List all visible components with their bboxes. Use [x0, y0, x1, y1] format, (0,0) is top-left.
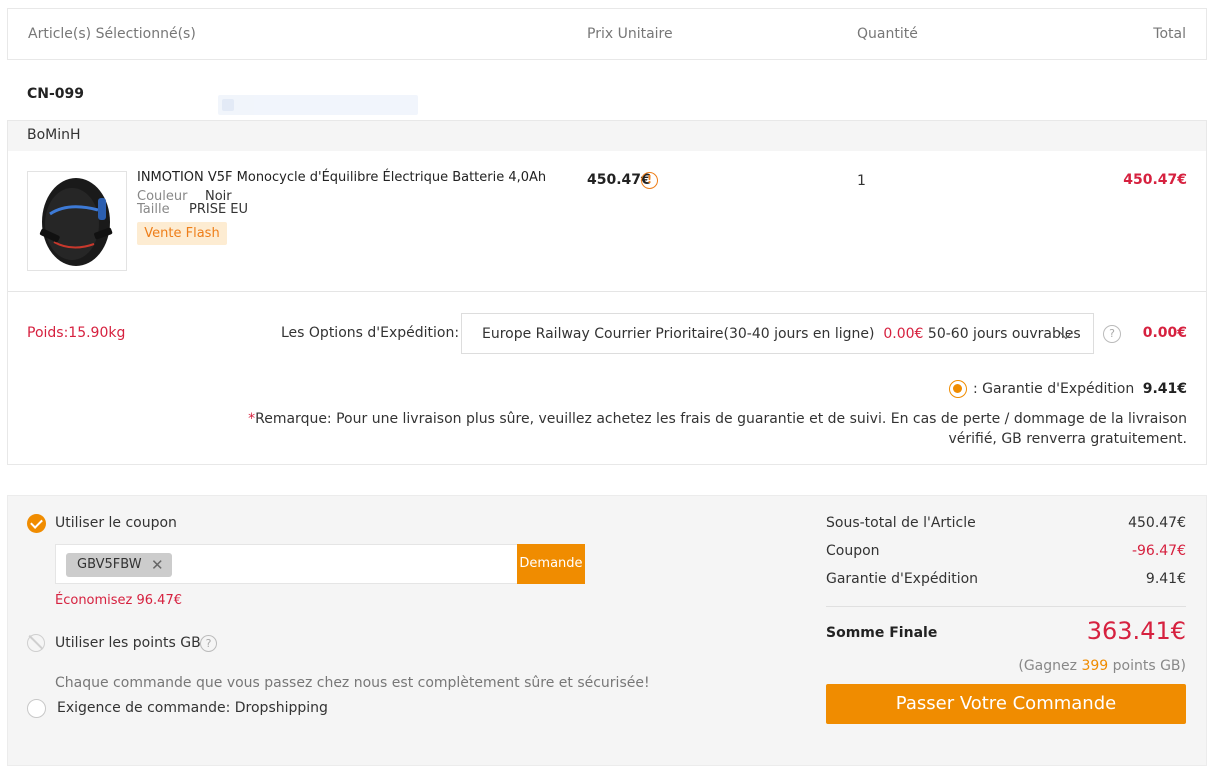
col-quantity-header: Quantité: [857, 26, 918, 42]
secure-note: Chaque commande que vous passez chez nou…: [55, 675, 650, 691]
shipping-cost: 0.00€: [1142, 325, 1187, 341]
attr-size-value: PRISE EU: [189, 202, 249, 217]
final-total-value: 363.41€: [1086, 617, 1186, 645]
coupon-code: GBV5FBW: [77, 557, 142, 572]
quantity-value: 1: [857, 173, 866, 189]
divider: [8, 291, 1206, 292]
earn-suffix: points GB): [1112, 658, 1186, 674]
line-total: 450.47€: [1123, 172, 1187, 188]
apply-coupon-button[interactable]: Demande: [517, 544, 585, 584]
coupon-summary-value: -96.47€: [1131, 543, 1186, 559]
shipping-guarantee-value: 9.41€: [1142, 381, 1187, 397]
earn-points: 399: [1081, 658, 1109, 674]
shipping-guarantee-radio[interactable]: [949, 380, 967, 398]
shipping-method-price: 0.00€: [883, 326, 924, 342]
guarantee-summary-label: Garantie d'Expédition: [826, 571, 979, 587]
flash-sale-badge: Vente Flash: [137, 222, 227, 245]
col-items-header: Article(s) Sélectionné(s): [28, 26, 196, 42]
subtotal-label: Sous-total de l'Article: [826, 515, 976, 531]
final-total-label: Somme Finale: [826, 625, 938, 641]
shipping-options-label: Les Options d'Expédition:: [281, 325, 460, 341]
shipping-method-delay: 50-60 jours ouvrables: [927, 326, 1081, 342]
coupon-summary-label: Coupon: [826, 543, 880, 559]
dropshipping-radio[interactable]: [27, 699, 46, 718]
place-order-button[interactable]: Passer Votre Commande: [826, 684, 1186, 724]
points-help-icon[interactable]: ?: [200, 635, 217, 652]
shipping-guarantee-label: : Garantie d'Expédition: [973, 381, 1135, 397]
seller-name[interactable]: BoMinH: [27, 127, 81, 143]
shipping-remark: *Remarque: Pour une livraison plus sûre,…: [220, 409, 1187, 449]
cart-header: Article(s) Sélectionné(s) Prix Unitaire …: [7, 8, 1207, 60]
coupon-savings: Économisez 96.47€: [55, 593, 182, 608]
remark-text: Remarque: Pour une livraison plus sûre, …: [255, 411, 1187, 447]
summary-divider: [826, 606, 1186, 607]
checkout-panel: [7, 495, 1207, 766]
attr-size-label: Taille: [137, 202, 170, 217]
shipping-method-name: Europe Railway Courrier Prioritaire(30-4…: [482, 326, 875, 342]
package-weight: Poids:15.90kg: [27, 325, 126, 341]
warehouse-code: CN-099: [27, 86, 85, 102]
dropshipping-label: Exigence de commande: Dropshipping: [57, 700, 328, 716]
close-icon[interactable]: ✕: [151, 556, 164, 574]
col-unit-price-header: Prix Unitaire: [587, 26, 673, 42]
seller-header: [8, 121, 1206, 151]
use-coupon-label: Utiliser le coupon: [55, 515, 177, 531]
shipping-help-icon[interactable]: ?: [1103, 325, 1121, 343]
use-coupon-checkbox[interactable]: [27, 514, 46, 533]
coupon-input[interactable]: GBV5FBW ✕: [55, 544, 518, 584]
shipping-method-select[interactable]: Europe Railway Courrier Prioritaire(30-4…: [461, 313, 1094, 354]
guarantee-summary-value: 9.41€: [1145, 571, 1186, 587]
warning-icon[interactable]: !: [641, 172, 658, 189]
use-points-label: Utiliser les points GB: [55, 635, 201, 651]
electric-unicycle-icon: [39, 178, 113, 266]
subtotal-value: 450.47€: [1128, 515, 1186, 531]
product-image[interactable]: [27, 171, 127, 271]
product-title[interactable]: INMOTION V5F Monocycle d'Équilibre Élect…: [137, 170, 546, 185]
coupon-chip: GBV5FBW ✕: [66, 553, 172, 577]
earn-points-note: (Gagnez 399 points GB): [960, 658, 1186, 674]
use-points-checkbox[interactable]: [27, 634, 45, 652]
capture-overlay: [218, 95, 418, 115]
earn-prefix: (Gagnez: [1018, 658, 1077, 674]
col-total-header: Total: [1153, 26, 1186, 42]
